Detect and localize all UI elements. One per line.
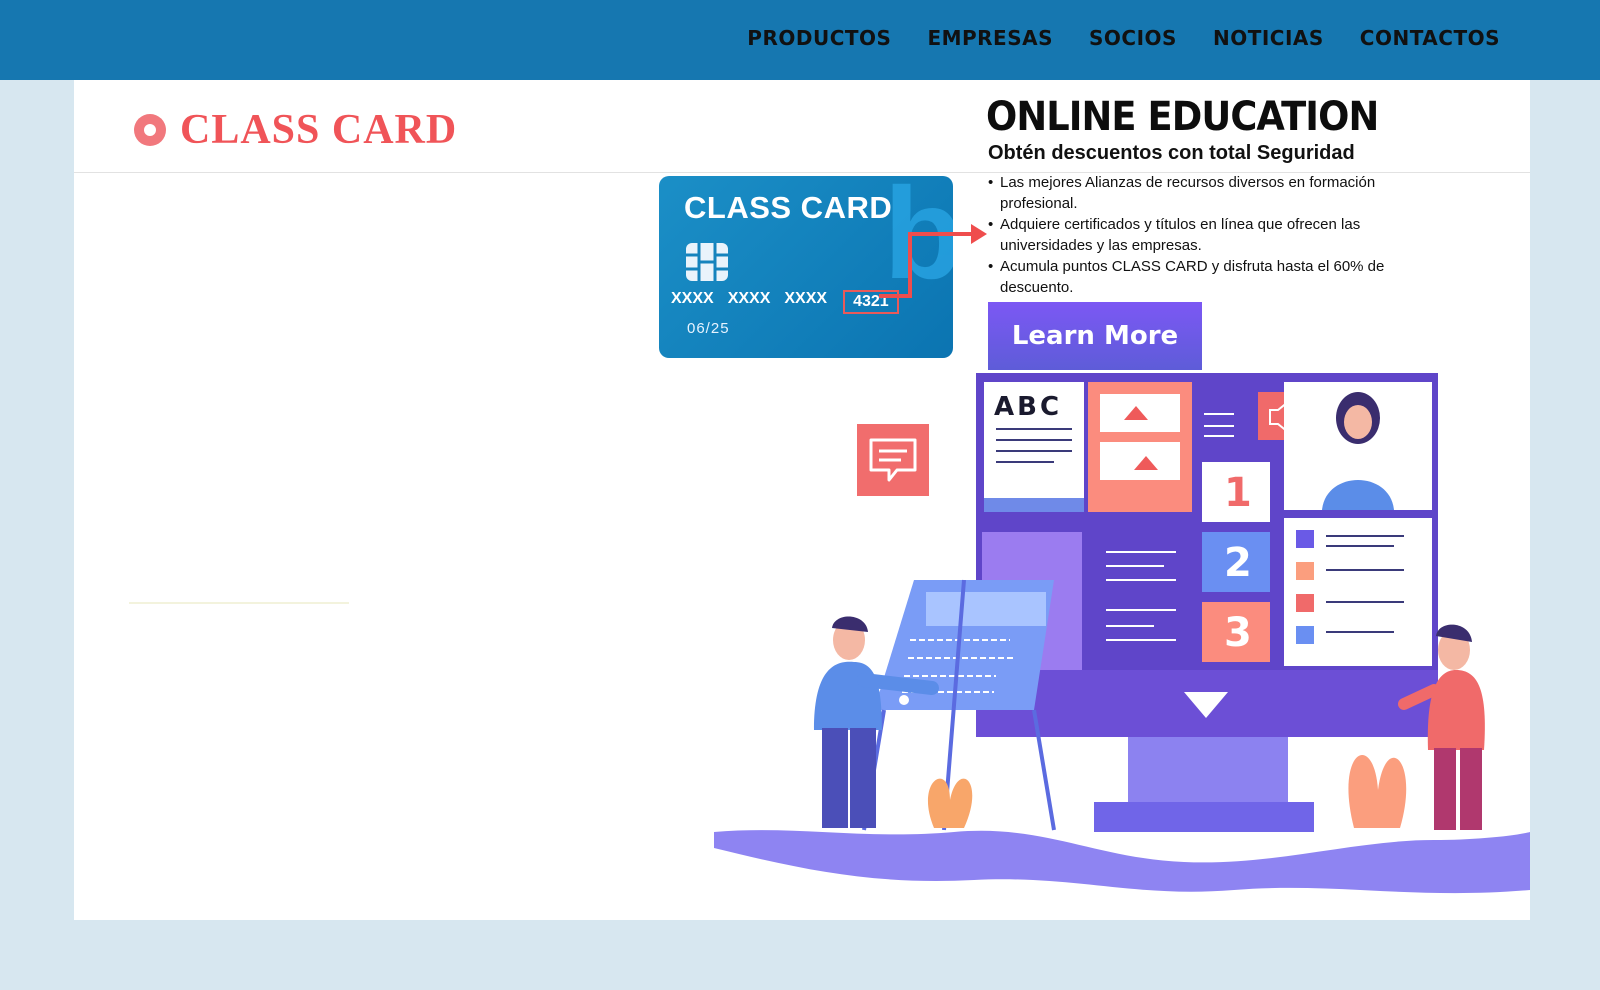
promo-subtitle: Obtén descuentos con total Seguridad (988, 142, 1355, 164)
card-number-group: XXXX (784, 290, 828, 307)
card-number: XXXX XXXX XXXX 4321 (671, 290, 899, 314)
decorative-line (129, 602, 349, 604)
nav-noticias[interactable]: NOTICIAS (1213, 26, 1324, 50)
step-number: 2 (1224, 540, 1252, 586)
nav-productos[interactable]: PRODUCTOS (747, 26, 891, 50)
card-chip-icon (686, 243, 728, 281)
list-item: Acumula puntos CLASS CARD y disfruta has… (988, 256, 1418, 298)
brand-name: CLASS CARD (180, 107, 458, 153)
step-number: 1 (1224, 470, 1252, 516)
learn-more-button[interactable]: Learn More (988, 302, 1202, 370)
brand-circle-icon (134, 114, 166, 146)
online-education-illustration: ABC 1 2 3 (714, 373, 1530, 894)
illustration-abc-label: ABC (994, 392, 1062, 422)
nav-empresas[interactable]: EMPRESAS (927, 26, 1053, 50)
list-item: Las mejores Alianzas de recursos diverso… (988, 172, 1418, 214)
top-navigation-bar: PRODUCTOS EMPRESAS SOCIOS NOTICIAS CONTA… (0, 0, 1600, 80)
page-content: CLASS CARD b CLASS CARD XXXX XXXX XXXX 4… (74, 80, 1530, 920)
card-title: CLASS CARD (684, 190, 893, 225)
list-item: Adquiere certificados y títulos en línea… (988, 214, 1418, 256)
card-number-group: XXXX (671, 290, 714, 307)
main-nav: PRODUCTOS EMPRESAS SOCIOS NOTICIAS CONTA… (747, 26, 1500, 50)
nav-socios[interactable]: SOCIOS (1089, 26, 1177, 50)
brand-logo[interactable]: CLASS CARD (134, 106, 457, 154)
promo-benefits-list: Las mejores Alianzas de recursos diverso… (988, 172, 1418, 298)
step-number: 3 (1224, 610, 1252, 656)
nav-contactos[interactable]: CONTACTOS (1360, 26, 1500, 50)
card-expiry: 06/25 (687, 320, 730, 337)
promo-title: ONLINE EDUCATION (986, 94, 1379, 140)
card-number-group: XXXX (727, 290, 771, 307)
